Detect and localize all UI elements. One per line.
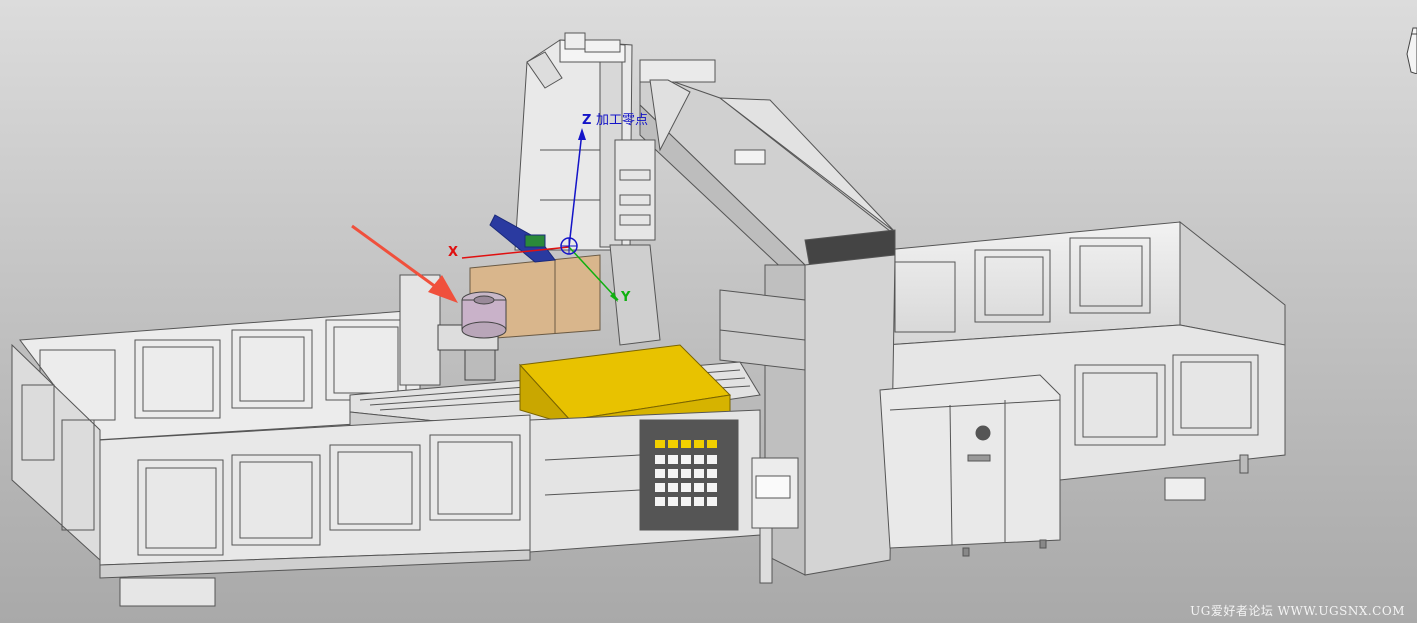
x-axis-label: X — [448, 245, 458, 260]
rotary-head — [437, 291, 507, 381]
y-axis-label: Y — [620, 290, 631, 305]
electrical-cabinet — [879, 374, 1061, 557]
watermark: UG爱好者论坛 WWW.UGSNX.COM — [1190, 604, 1405, 618]
origin-name-label: 加工零点 — [596, 113, 648, 128]
machine-model: X Y Z 加工零点 — [11, 32, 1286, 607]
control-cabinet — [529, 409, 761, 553]
graphics-viewport[interactable]: X Y Z 加工零点 UG爱好者论坛 WWW.UGSNX.COM — [0, 0, 1417, 623]
z-axis-label: Z — [582, 113, 591, 128]
view-triad-icon[interactable] — [1403, 26, 1417, 74]
rear-column — [514, 32, 633, 251]
